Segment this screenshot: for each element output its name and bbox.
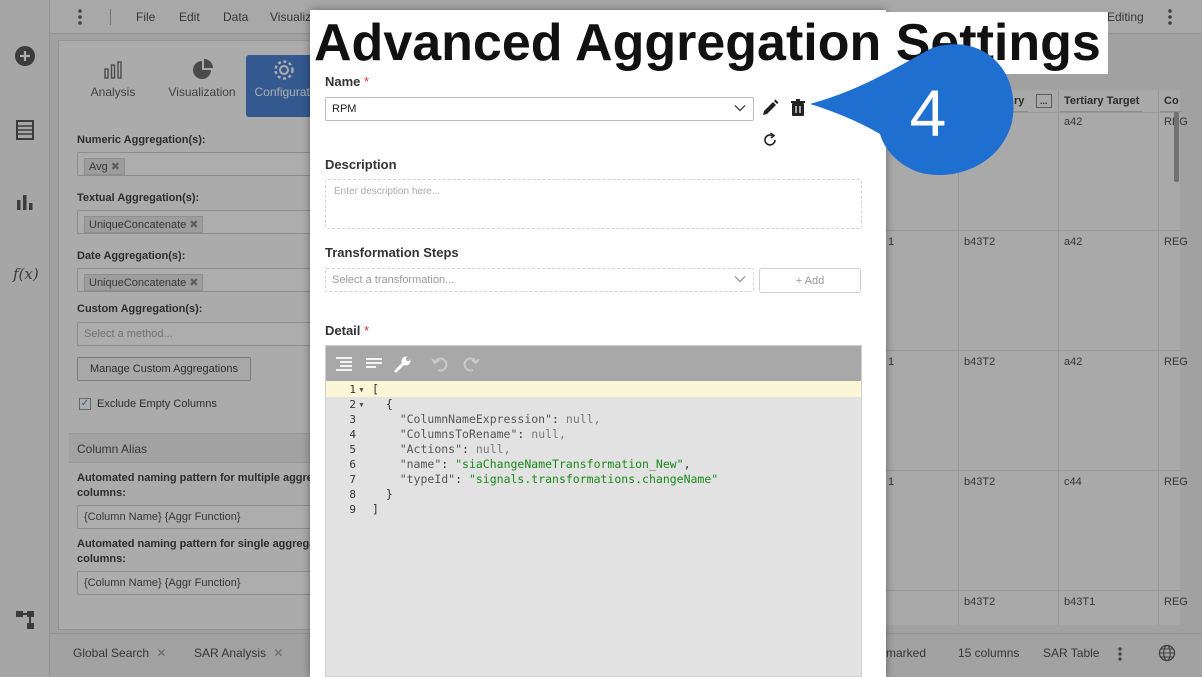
line-number: 6: [349, 458, 356, 471]
transformation-steps-label: Transformation Steps: [325, 245, 459, 260]
fold-toggle-icon[interactable]: ▼: [358, 387, 365, 394]
line-number: 2: [349, 398, 356, 411]
required-mark: *: [364, 323, 370, 338]
name-select[interactable]: RPM: [325, 97, 754, 121]
chevron-down-icon: [734, 105, 746, 112]
wrench-icon[interactable]: [393, 354, 413, 374]
json-key: "typeId": [399, 472, 456, 486]
json-value: null,: [475, 442, 511, 456]
line-number: 9: [349, 503, 356, 516]
name-label: Name *: [325, 74, 369, 89]
name-select-value: RPM: [332, 103, 357, 115]
json-value: null,: [531, 427, 566, 441]
code-line: {: [372, 397, 393, 411]
editor-toolbar: [326, 346, 861, 381]
refresh-icon[interactable]: [760, 130, 780, 150]
line-number: 1: [349, 383, 356, 396]
description-label: Description: [325, 157, 397, 172]
edit-pencil-icon[interactable]: [760, 98, 780, 118]
json-value: null,: [565, 412, 601, 426]
line-number: 3: [349, 413, 356, 426]
json-key: "Actions": [399, 442, 463, 456]
fold-toggle-icon[interactable]: ▼: [358, 402, 365, 409]
json-key: "ColumnNameExpression": [399, 412, 553, 426]
transformation-select[interactable]: Select a transformation...: [325, 268, 754, 292]
transformation-placeholder: Select a transformation...: [332, 274, 455, 286]
json-code-editor[interactable]: 1 2 3 4 5 6 7 8 9 ▼ ▼ [ { "ColumnNameExp…: [325, 345, 862, 677]
add-transformation-button[interactable]: + Add: [759, 268, 861, 293]
line-number: 5: [349, 443, 356, 456]
compact-icon[interactable]: [364, 354, 384, 374]
line-number: 8: [349, 488, 356, 501]
format-icon[interactable]: [334, 354, 354, 374]
step-marker-badge: 4: [810, 44, 1014, 176]
json-value: "siaChangeNameTransformation_New": [455, 457, 684, 471]
active-line-highlight: [326, 381, 861, 397]
json-key: "ColumnsToRename": [399, 427, 518, 441]
code-line: ]: [372, 502, 379, 516]
json-value: "signals.transformations.changeName": [468, 472, 719, 486]
chevron-down-icon: [734, 276, 746, 283]
line-number: 7: [349, 473, 356, 486]
detail-label-text: Detail: [325, 323, 361, 338]
code-line: "ColumnNameExpression": null,: [399, 412, 601, 426]
detail-label: Detail *: [325, 323, 369, 338]
code-line: [: [372, 382, 379, 396]
required-mark: *: [364, 74, 370, 89]
code-line: "Actions": null,: [399, 442, 511, 456]
undo-icon[interactable]: [430, 354, 450, 374]
description-textarea[interactable]: Enter description here...: [325, 179, 862, 229]
code-line: }: [372, 487, 393, 501]
redo-icon[interactable]: [461, 354, 481, 374]
code-line: "ColumnsToRename": null,: [399, 427, 566, 441]
json-key: "name": [399, 457, 442, 471]
step-number: 4: [910, 76, 947, 150]
code-line: "typeId": "signals.transformations.chang…: [399, 472, 719, 486]
name-label-text: Name: [325, 74, 361, 89]
line-number: 4: [349, 428, 356, 441]
code-line: "name": "siaChangeNameTransformation_New…: [399, 457, 691, 471]
